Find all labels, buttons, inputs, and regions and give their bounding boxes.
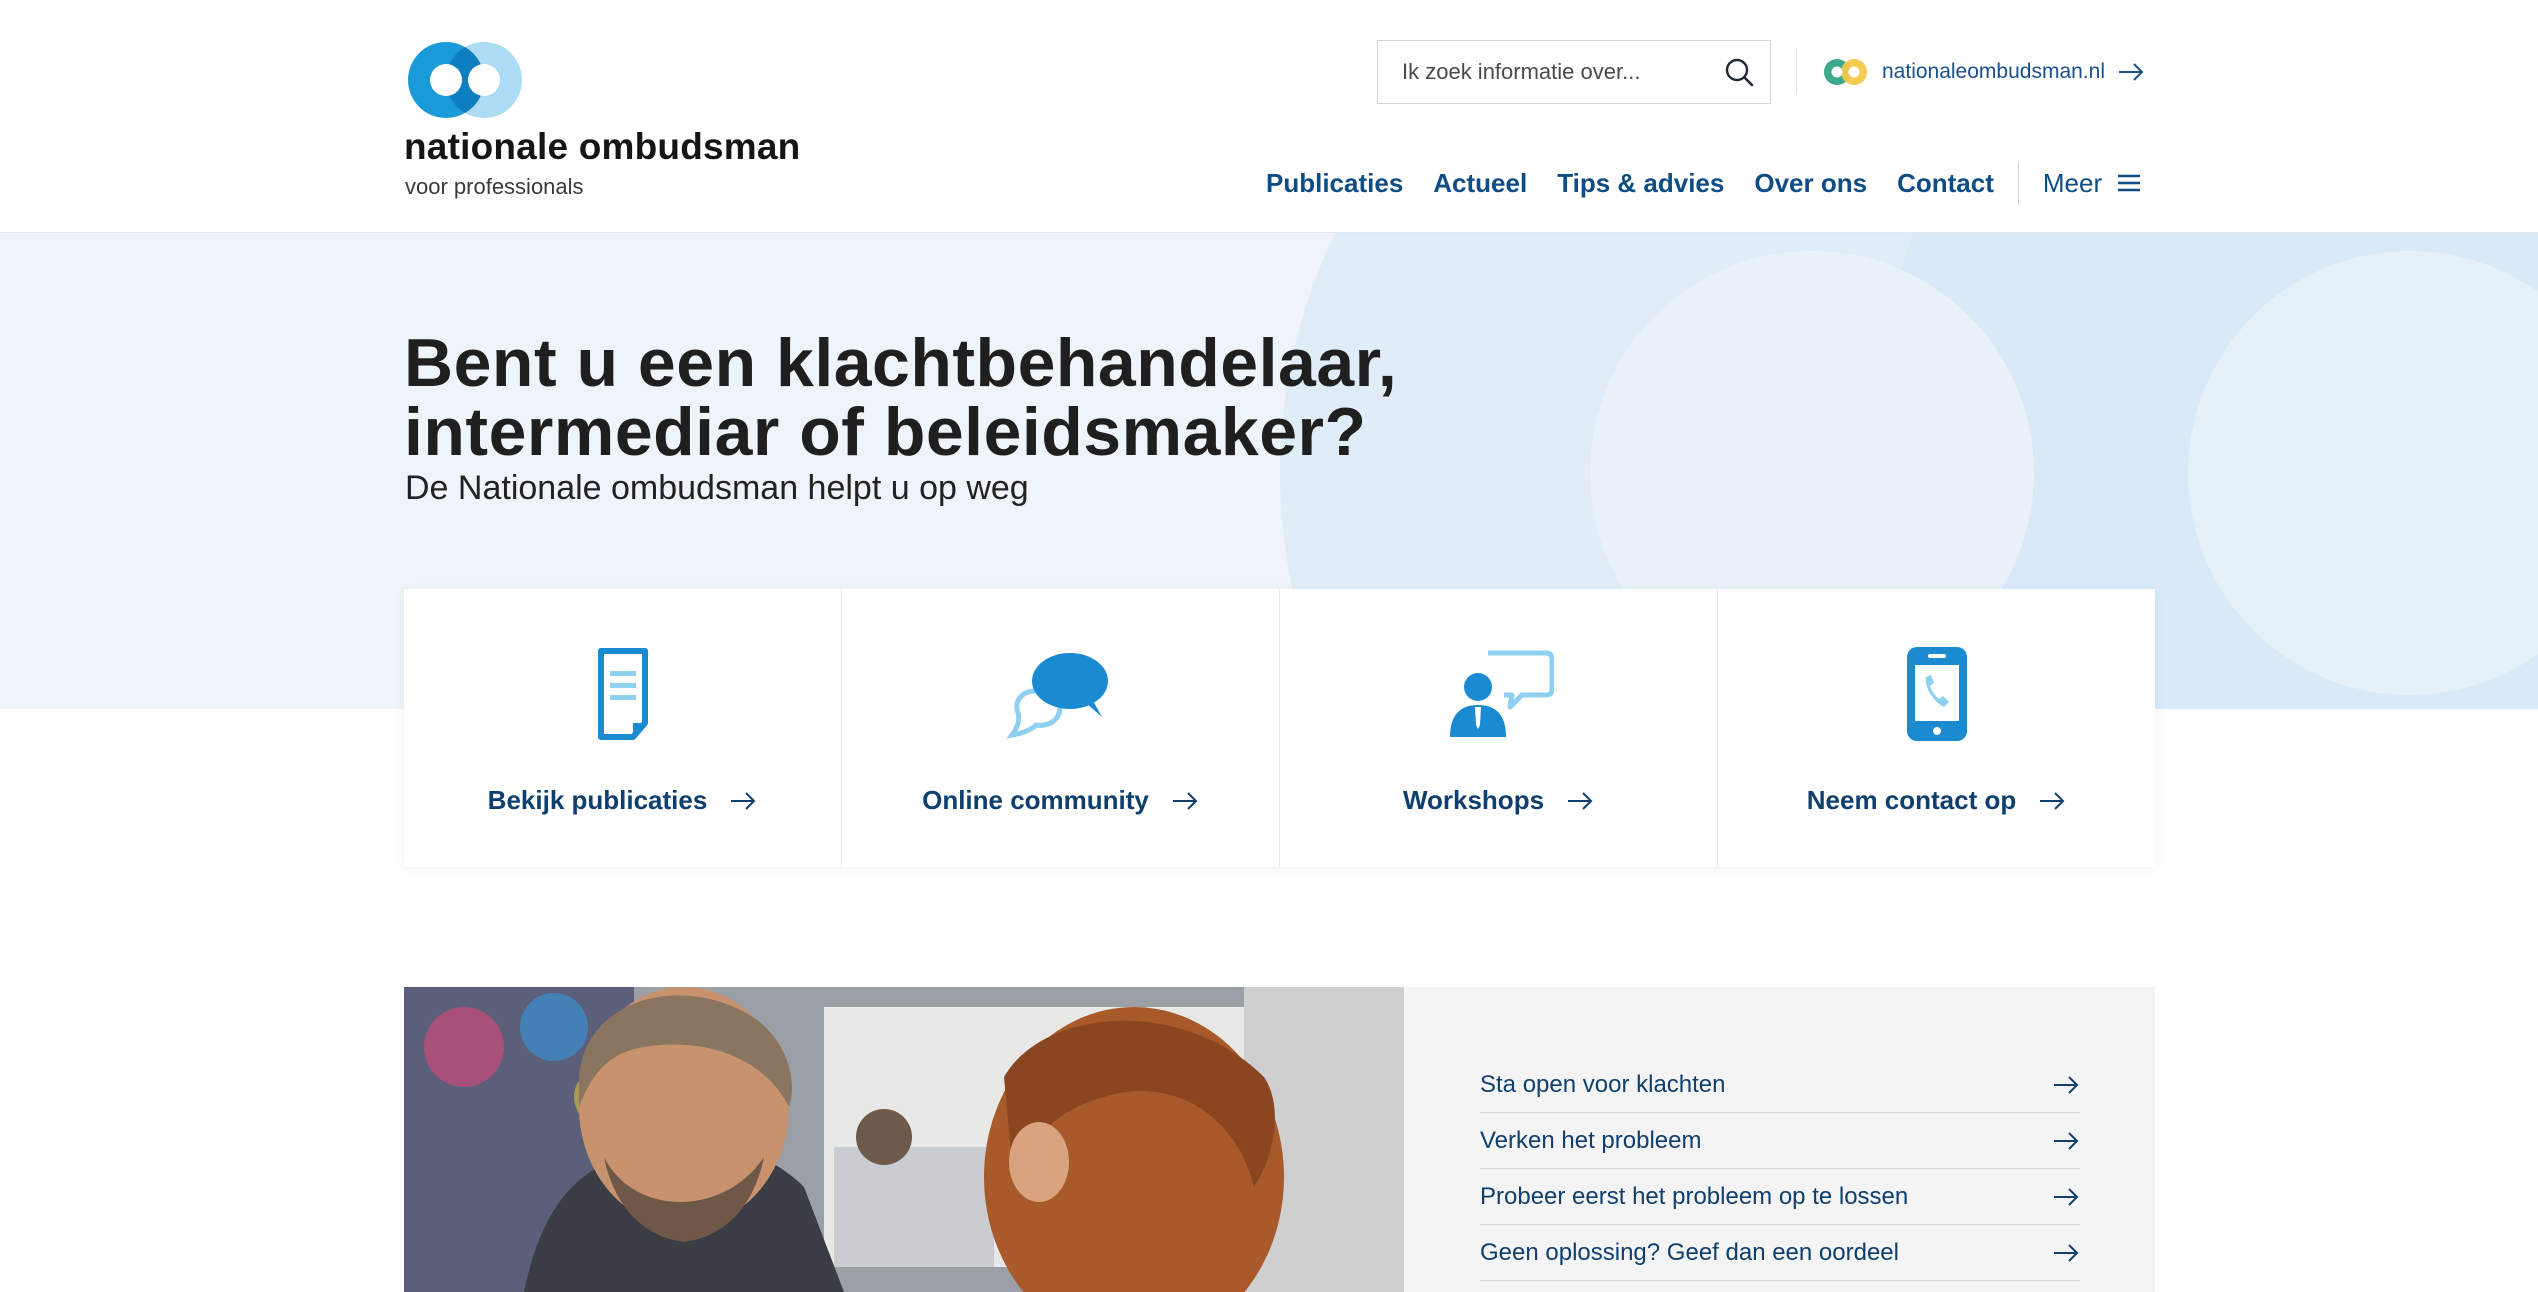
brand-subtitle: voor professionals [405, 174, 584, 199]
step-link-4[interactable]: Geen oplossing? Geef dan een oordeel [1480, 1225, 2080, 1281]
featured-photo [404, 987, 1404, 1292]
arrow-right-icon [2054, 1243, 2079, 1262]
hero-title-line-1: Bent u een klachtbehandelaar, [404, 325, 1398, 401]
hero-title: Bent u een klachtbehandelaar, intermedia… [404, 329, 1604, 467]
chat-bubbles-icon [1005, 653, 1108, 739]
step-label: Verken het probleem [1480, 1126, 1702, 1154]
nav-item-publicaties[interactable]: Publicaties [1266, 168, 1403, 199]
card-online-community[interactable]: Online community [842, 589, 1280, 867]
nav-item-tips-advies[interactable]: Tips & advies [1557, 168, 1724, 199]
external-link-label: nationaleombudsman.nl [1882, 60, 2105, 83]
nav-item-contact[interactable]: Contact [1897, 168, 1994, 199]
card-workshops[interactable]: Workshops [1280, 589, 1718, 867]
nav-item-over-ons[interactable]: Over ons [1754, 168, 1867, 199]
step-link-2[interactable]: Verken het probleem [1480, 1113, 2080, 1169]
step-label: Sta open voor klachten [1480, 1070, 1726, 1098]
ombudsman-logo-icon[interactable] [404, 40, 526, 120]
more-menu-button[interactable]: Meer [2043, 168, 2142, 199]
card-label-workshops: Workshops [1280, 785, 1717, 816]
steps-list: Sta open voor klachten Verken het proble… [1480, 1057, 2080, 1281]
document-icon [597, 648, 648, 740]
step-link-3[interactable]: Probeer eerst het probleem op te lossen [1480, 1169, 2080, 1225]
main-nav: Publicaties Actueel Tips & advies Over o… [1266, 162, 2142, 204]
ombudsman-mini-logo-icon [1824, 59, 1867, 85]
photo-illustration [404, 987, 1404, 1292]
step-link-1[interactable]: Sta open voor klachten [1480, 1057, 2080, 1113]
arrow-right-icon [2054, 1075, 2079, 1094]
search-icon[interactable] [1722, 55, 1756, 89]
arrow-right-icon [731, 791, 756, 810]
brand-name[interactable]: nationale ombudsman [404, 126, 800, 168]
search-box [1377, 40, 1771, 104]
steps-panel: Sta open voor klachten Verken het proble… [1404, 987, 2155, 1292]
card-label-text: Neem contact op [1806, 785, 2017, 815]
arrow-right-icon [1172, 791, 1198, 810]
presenter-icon [1449, 650, 1554, 737]
hamburger-menu-icon [2118, 174, 2141, 192]
arrow-right-icon [2054, 1187, 2079, 1206]
site-header: nationale ombudsman voor professionals n… [0, 0, 2538, 233]
external-site-link[interactable]: nationaleombudsman.nl [1822, 52, 2145, 92]
card-label-text: Online community [922, 785, 1149, 815]
arrow-right-icon [2118, 63, 2144, 81]
card-label-community: Online community [842, 785, 1279, 816]
card-label-text: Bekijk publicaties [487, 785, 708, 815]
header-divider [1796, 48, 1797, 94]
hero-subtitle: De Nationale ombudsman helpt u op weg [405, 469, 1029, 507]
hero-title-line-2: intermediar of beleidsmaker? [404, 394, 1367, 470]
step-label: Geen oplossing? Geef dan een oordeel [1480, 1238, 1899, 1266]
card-label-publicaties: Bekijk publicaties [404, 785, 841, 816]
nav-divider [2017, 162, 2019, 204]
arrow-right-icon [2040, 791, 2065, 810]
arrow-right-icon [2054, 1131, 2079, 1150]
card-label-text: Workshops [1402, 785, 1545, 815]
card-neem-contact-op[interactable]: Neem contact op [1718, 589, 2155, 867]
arrow-right-icon [1568, 791, 1593, 810]
step-label: Probeer eerst het probleem op te lossen [1480, 1182, 1909, 1210]
more-menu-label: Meer [2042, 167, 2103, 198]
phone-icon [1906, 647, 1967, 741]
card-label-contact: Neem contact op [1718, 785, 2155, 816]
card-bekijk-publicaties[interactable]: Bekijk publicaties [404, 589, 842, 867]
search-input[interactable] [1402, 41, 1702, 103]
nav-item-actueel[interactable]: Actueel [1433, 168, 1527, 199]
quick-links-cards: Bekijk publicaties Online community Work… [404, 589, 2155, 867]
